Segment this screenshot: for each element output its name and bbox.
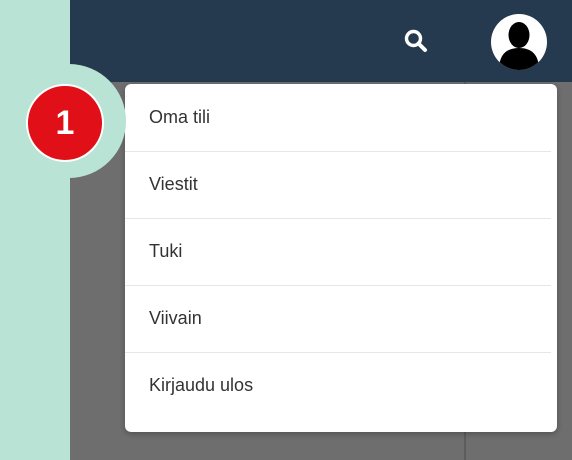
- menu-item-viivain[interactable]: Viivain: [125, 285, 557, 352]
- search-icon[interactable]: [403, 28, 429, 54]
- menu-item-tuki[interactable]: Tuki: [125, 218, 557, 285]
- menu-item-kirjaudu-ulos[interactable]: Kirjaudu ulos: [125, 352, 557, 419]
- user-dropdown-menu: Oma tili Viestit Tuki Viivain Kirjaudu u…: [125, 84, 557, 432]
- step-number-badge: 1: [26, 84, 104, 162]
- menu-item-viestit[interactable]: Viestit: [125, 151, 557, 218]
- menu-item-oma-tili[interactable]: Oma tili: [125, 84, 557, 151]
- user-silhouette-icon: [499, 22, 539, 70]
- top-navigation-bar: [70, 0, 572, 82]
- avatar[interactable]: [491, 14, 547, 70]
